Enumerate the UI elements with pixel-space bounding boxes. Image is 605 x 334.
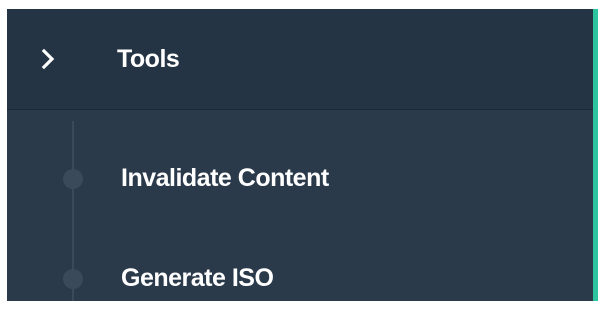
sidebar-item-label: Generate ISO [121,264,274,292]
sidebar-item-invalidate-content[interactable]: Invalidate Content [7,148,593,208]
bullet-dot-icon [63,269,83,289]
sidebar-section-label: Tools [117,45,180,73]
chevron-right-icon [41,48,55,70]
sidebar-item-label: Invalidate Content [121,164,329,192]
sidebar-section-tools[interactable]: Tools [7,9,593,110]
screenshot-frame: Tools Invalidate Content Generate ISO [0,0,605,334]
sidebar-nav: Tools Invalidate Content Generate ISO [7,9,598,301]
bullet-dot-icon [63,169,83,189]
sidebar-item-generate-iso[interactable]: Generate ISO [7,248,593,301]
sidebar-accent-bar [593,9,598,301]
